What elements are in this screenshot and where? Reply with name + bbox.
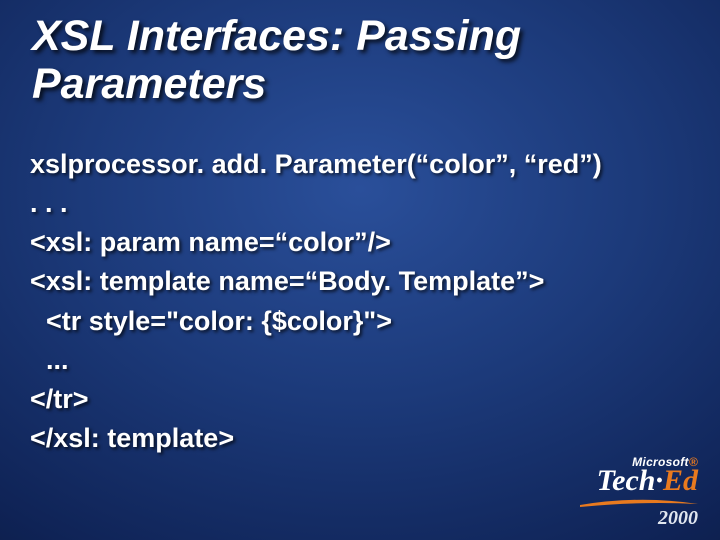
slide-title: XSL Interfaces: Passing Parameters <box>32 12 680 108</box>
code-line-2: . . . <box>30 184 680 223</box>
logo-brand-orange: Ed <box>663 464 698 497</box>
title-line-2: Parameters <box>32 60 266 108</box>
logo-teched-text: Tech·Ed <box>580 466 698 496</box>
slide: XSL Interfaces: Passing Parameters xslpr… <box>0 0 720 540</box>
logo-year: 2000 <box>580 508 698 528</box>
code-line-6: ... <box>30 341 680 380</box>
code-line-1: xslprocessor. add. Parameter(“color”, “r… <box>30 145 680 184</box>
slide-body: xslprocessor. add. Parameter(“color”, “r… <box>30 145 680 458</box>
title-line-1: XSL Interfaces: Passing <box>32 12 521 60</box>
code-line-3: <xsl: param name=“color”/> <box>30 223 680 262</box>
logo-brand-pre: Tech· <box>597 464 663 497</box>
teched-logo: Microsoft® Tech·Ed 2000 <box>580 456 698 528</box>
code-line-8: </xsl: template> <box>30 419 680 458</box>
code-line-5: <tr style="color: {$color}"> <box>30 302 680 341</box>
code-line-4: <xsl: template name=“Body. Template”> <box>30 262 680 301</box>
code-line-7: </tr> <box>30 380 680 419</box>
